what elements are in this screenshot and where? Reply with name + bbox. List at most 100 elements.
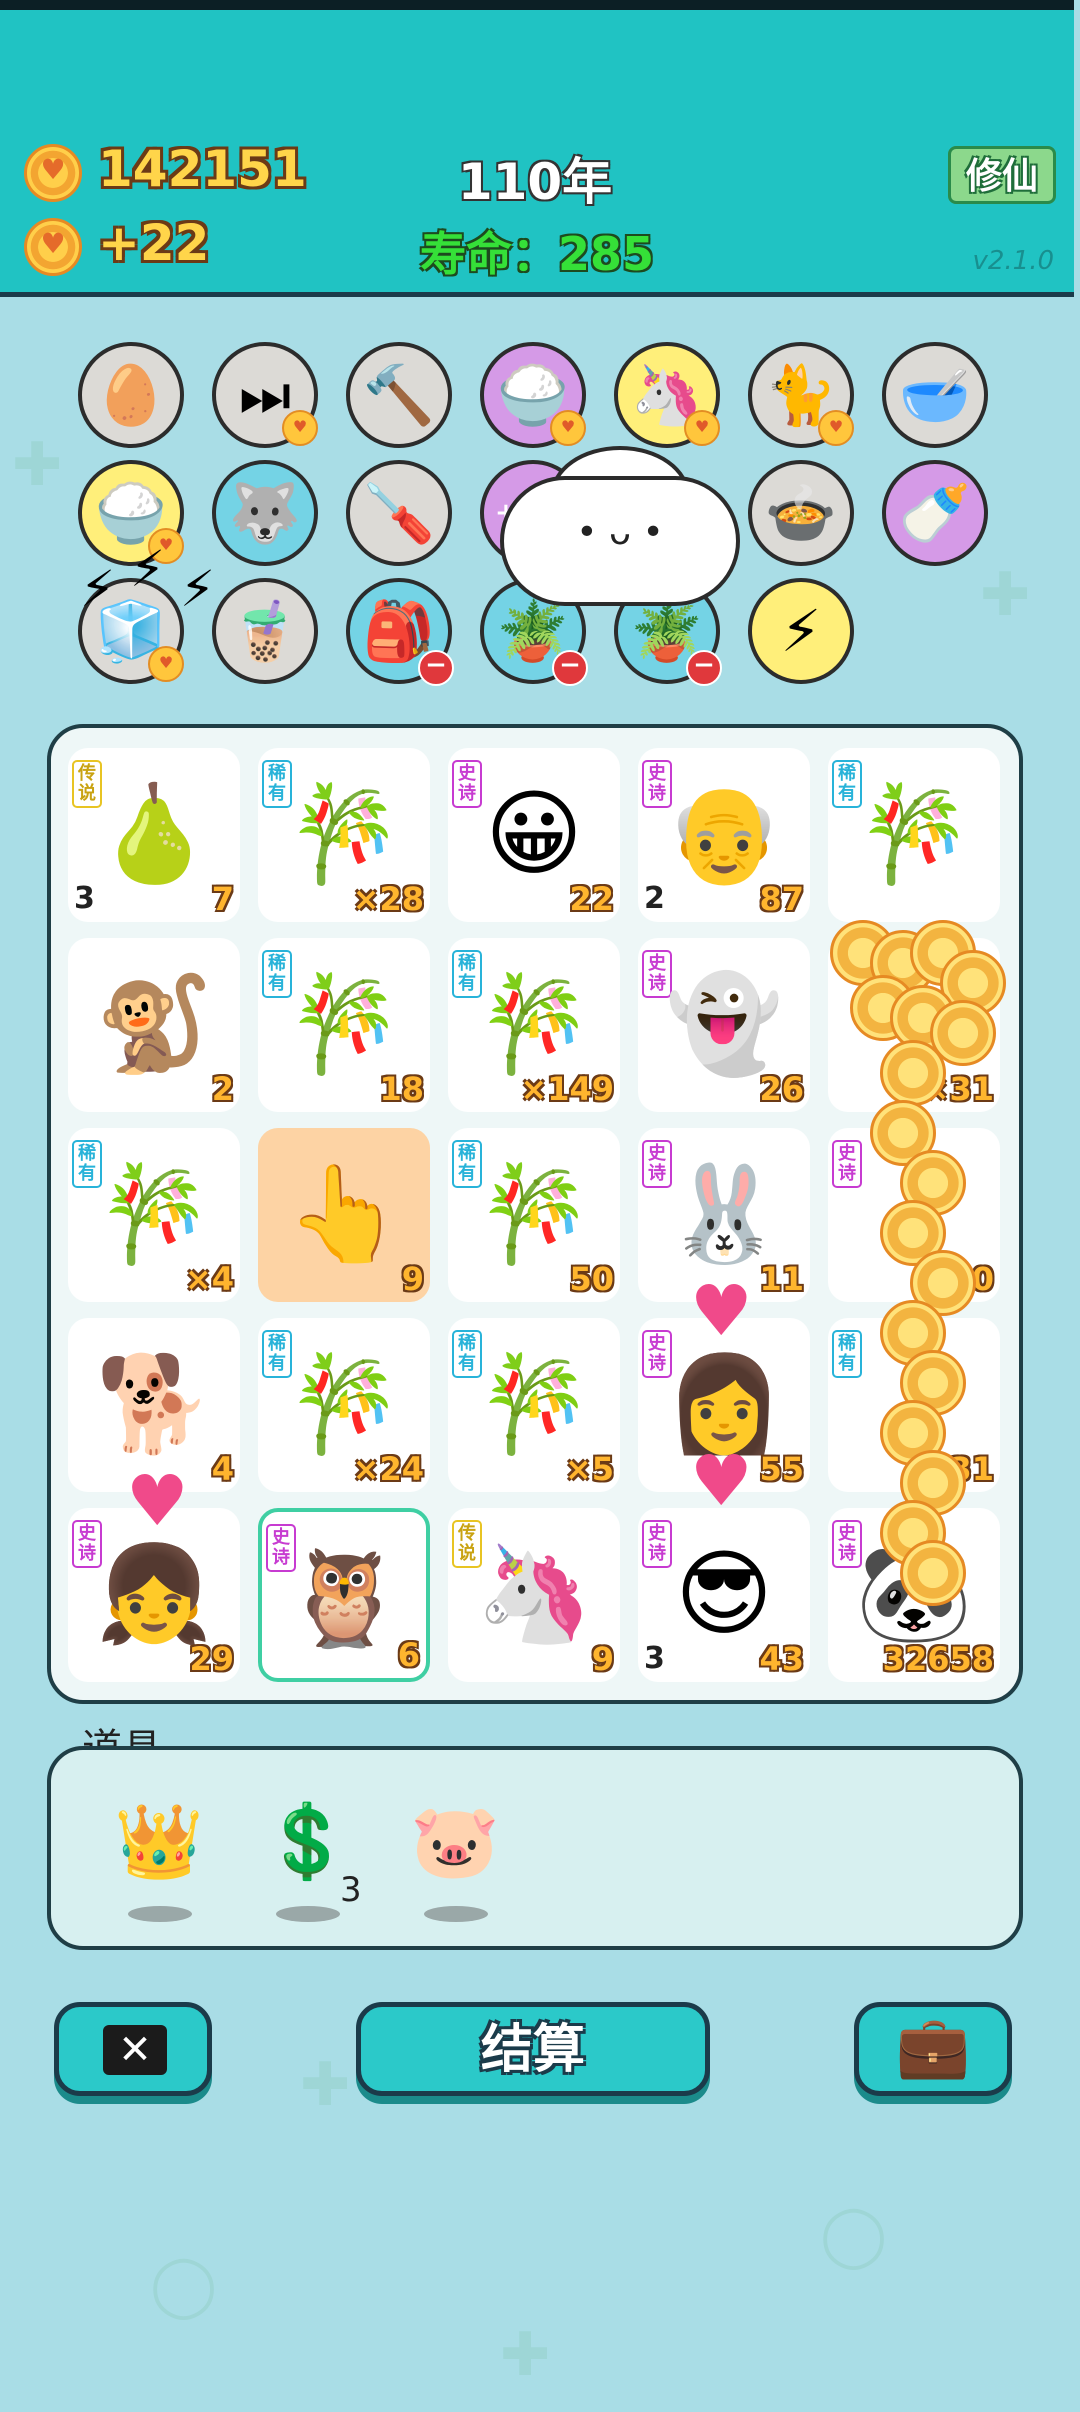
dog-bowl-icon-glyph: 🥣 (898, 360, 972, 429)
cell-value: ×149 (520, 1070, 614, 1108)
cultivate-button[interactable]: 修仙 (948, 146, 1056, 204)
cell-symbol-icon: 🐕 (95, 1350, 213, 1459)
cell-value: ×28 (352, 880, 424, 918)
cell-value: 87 (759, 880, 804, 918)
cell-value: 2 (211, 1070, 234, 1108)
cell-symbol-icon: 🎋 (475, 1160, 593, 1269)
board-cell[interactable]: 传说 🍐 7 3 (68, 748, 240, 922)
ring-deco-icon: ◯ (820, 2200, 888, 2270)
cell-counter: 3 (74, 881, 95, 916)
prop-shadow (128, 1906, 192, 1922)
cross-deco-icon: ✚ (500, 2320, 551, 2390)
dollar-coin-icon-glyph: 💲 (262, 1799, 352, 1883)
cross-deco-icon: ✚ (300, 2050, 351, 2120)
heart-badge-icon: ♥ (684, 410, 720, 446)
crown-icon[interactable]: 👑 (104, 1786, 214, 1896)
prop-count: 3 (340, 1870, 362, 1910)
cell-value: 22 (569, 880, 614, 918)
life-label: 寿命： (420, 227, 558, 281)
remove-badge-icon[interactable]: − (552, 650, 588, 686)
coin-balance: 142151 (98, 140, 307, 198)
screwdriver-icon[interactable]: 🪛 (346, 460, 452, 566)
board-cell[interactable]: 稀有 🎋 (828, 748, 1000, 922)
life-display: 寿命：285 (420, 218, 654, 284)
ring-deco-icon: ◯ (150, 2250, 218, 2320)
close-icon: ✕ (103, 2025, 167, 2075)
husky-icon[interactable]: 🐺 (212, 460, 318, 566)
cell-value: ×5 (564, 1450, 614, 1488)
cell-symbol-icon: 😀 (485, 780, 583, 889)
lightning-icon: ⚡ (130, 540, 166, 598)
board-cell[interactable]: 稀有 🎋 ×149 (448, 938, 620, 1112)
cell-symbol-icon: 🎋 (285, 970, 403, 1079)
hammer-icon[interactable]: 🔨 (346, 342, 452, 448)
heart-icon: ♥ (126, 1460, 189, 1542)
board-cell[interactable]: 稀有 🎋 18 (258, 938, 430, 1112)
lightning-icon[interactable]: ⚡ (748, 578, 854, 684)
cell-counter: 3 (644, 1641, 665, 1676)
board-cell[interactable]: 稀有 🎋 50 (448, 1128, 620, 1302)
egg-tray-icon[interactable]: 🥚 (78, 342, 184, 448)
hammer-icon-glyph: 🔨 (362, 360, 436, 429)
prop-shadow (276, 1906, 340, 1922)
board-cell[interactable]: 稀有 🎋 ×4 (68, 1128, 240, 1302)
coin-icon (24, 218, 82, 276)
year-display: 110年 (457, 153, 613, 211)
briefcase-button[interactable]: 💼 (854, 2002, 1012, 2096)
board-cell[interactable]: 稀有 🎋 ×24 (258, 1318, 430, 1492)
lightning-icon: ⚡ (80, 560, 116, 618)
board-cell[interactable]: 👆 9 (258, 1128, 430, 1302)
rarity-tag: 史诗 (832, 1140, 862, 1188)
cell-symbol-icon: 👻 (665, 970, 783, 1079)
cell-value: 50 (569, 1260, 614, 1298)
remove-badge-icon[interactable]: − (418, 650, 454, 686)
unicorn-icon[interactable]: 🦄 ♥ (614, 342, 720, 448)
heart-badge-icon: ♥ (818, 410, 854, 446)
board-cell[interactable]: 史诗 😎 43 3 (638, 1508, 810, 1682)
coin-income: +22 (98, 214, 210, 272)
milk-tea-icon[interactable]: 🧋 (212, 578, 318, 684)
bottle-icon[interactable]: 🍼 (882, 460, 988, 566)
cell-symbol-icon: 😎 (675, 1540, 773, 1649)
cloud-mascot[interactable]: • ᴗ • (500, 446, 740, 610)
cell-value: 29 (189, 1640, 234, 1678)
piggy-bank-icon-glyph: 🐷 (410, 1799, 500, 1883)
top-bar: 142151 +22 110年 寿命：285 修仙 v2.1.0 (0, 0, 1074, 297)
dog-bowl-icon[interactable]: 🥣 (882, 342, 988, 448)
heart-badge-icon: ♥ (148, 646, 184, 682)
board-cell[interactable]: 史诗 👴 87 2 (638, 748, 810, 922)
cat-icon[interactable]: 🐈 ♥ (748, 342, 854, 448)
cell-symbol-icon: 🎋 (855, 780, 973, 889)
rice-bowl-icon[interactable]: 🍚 ♥ (480, 342, 586, 448)
remove-badge-icon[interactable]: − (686, 650, 722, 686)
cell-value: 32658 (882, 1640, 994, 1678)
rarity-tag: 稀有 (832, 1330, 862, 1378)
board-cell[interactable]: 史诗 👻 26 (638, 938, 810, 1112)
cell-symbol-icon: 🐰 (665, 1160, 783, 1269)
coin-icon (24, 144, 82, 202)
board-cell[interactable]: 稀有 🎋 ×28 (258, 748, 430, 922)
exit-button[interactable]: ✕ (54, 2002, 212, 2096)
version-label: v2.1.0 (972, 246, 1054, 276)
board-cell[interactable]: 🐒 2 (68, 938, 240, 1112)
cell-symbol-icon: 🎋 (475, 1350, 593, 1459)
milk-tea-icon-glyph: 🧋 (228, 596, 302, 665)
prop-shadow (424, 1906, 488, 1922)
cell-value: 11 (759, 1260, 804, 1298)
cell-symbol-icon: 🎋 (95, 1160, 213, 1269)
board-cell[interactable]: 传说 🦄 9 (448, 1508, 620, 1682)
board-cell[interactable]: 史诗 🦉 6 (258, 1508, 430, 1682)
piggy-bank-icon[interactable]: 🐷 (400, 1786, 510, 1896)
seed-bag-icon[interactable]: 🎒 − (346, 578, 454, 686)
board-cell[interactable]: 稀有 🎋 ×5 (448, 1318, 620, 1492)
cross-deco-icon: ✚ (980, 560, 1031, 630)
board-cell[interactable]: 史诗 😀 22 (448, 748, 620, 922)
cell-value: 9 (591, 1640, 614, 1678)
pot-icon[interactable]: 🍲 (748, 460, 854, 566)
settle-button[interactable]: 结算 (356, 2002, 710, 2096)
skip-icon[interactable]: ⏭ ♥ (212, 342, 318, 448)
bottle-icon-glyph: 🍼 (898, 478, 972, 547)
cell-symbol-icon: 🍐 (95, 780, 213, 889)
cross-deco-icon: ✚ (12, 430, 63, 500)
heart-icon: ♥ (690, 1270, 753, 1352)
